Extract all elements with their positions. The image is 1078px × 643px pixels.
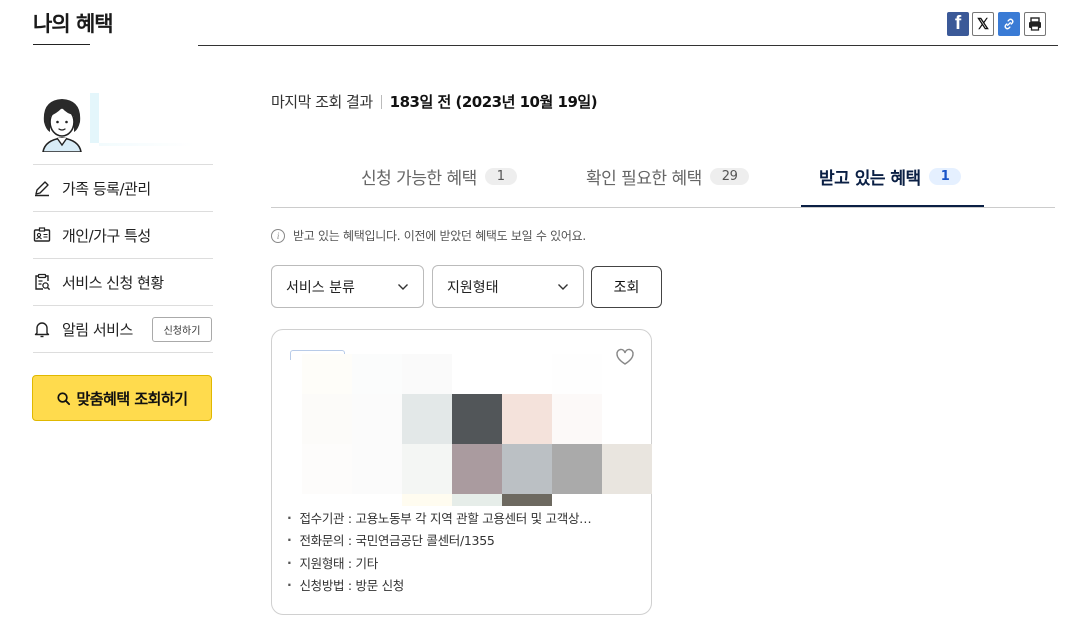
notification-signup-button[interactable]: 신청하기 xyxy=(152,317,212,342)
card-detail-apply-method: 신청방법 : 방문 신청 xyxy=(287,574,591,597)
search-icon xyxy=(57,391,71,405)
tab-label: 확인 필요한 혜택 xyxy=(586,168,702,189)
sidebar-item-label: 개인/가구 특성 xyxy=(62,226,151,245)
print-button[interactable] xyxy=(1024,12,1046,36)
tabs-divider xyxy=(271,207,1055,208)
tab-label: 받고 있는 혜택 xyxy=(819,168,921,189)
query-button[interactable]: 조회 xyxy=(591,266,662,308)
user-name-underline xyxy=(99,143,194,146)
tab-count-badge: 1 xyxy=(928,167,962,185)
clipboard-search-icon xyxy=(33,273,51,291)
header-divider xyxy=(198,45,1058,46)
benefit-tabs: 신청 가능한 혜택 1 확인 필요한 혜택 29 받고 있는 혜택 1 xyxy=(271,145,1055,208)
facebook-share-button[interactable]: f xyxy=(947,12,969,36)
sidebar-item-household[interactable]: 개인/가구 특성 xyxy=(33,212,213,258)
tab-label: 신청 가능한 혜택 xyxy=(361,168,477,189)
benefit-card[interactable]: 접수기관 : 고용노동부 각 지역 관할 고용센터 및 고객상… 전화문의 : … xyxy=(271,329,652,615)
tab-count-badge: 29 xyxy=(709,167,750,185)
service-category-select[interactable]: 서비스 분류 xyxy=(271,265,424,308)
select-value: 서비스 분류 xyxy=(286,279,355,296)
last-query-value: 183일 전 (2023년 10월 19일) xyxy=(389,93,598,111)
page-title: 나의 혜택 xyxy=(33,12,114,36)
last-query-label: 마지막 조회 결과 xyxy=(271,93,373,111)
x-icon: 𝕏 xyxy=(976,16,990,33)
id-card-icon xyxy=(33,226,51,244)
last-query-info: 마지막 조회 결과 183일 전 (2023년 10월 19일) xyxy=(271,91,598,112)
tab-receiving[interactable]: 받고 있는 혜택 1 xyxy=(819,145,962,207)
card-details: 접수기관 : 고용노동부 각 지역 관할 고용센터 및 고객상… 전화문의 : … xyxy=(287,506,591,596)
separator xyxy=(380,94,382,109)
tab-needs-check[interactable]: 확인 필요한 혜택 29 xyxy=(586,145,750,207)
sidebar-divider xyxy=(33,352,213,353)
chevron-down-icon xyxy=(398,283,408,290)
title-underline xyxy=(33,44,90,45)
card-detail-support-type: 지원형태 : 기타 xyxy=(287,551,591,574)
sidebar-item-label: 서비스 신청 현황 xyxy=(62,273,164,292)
info-note: i 받고 있는 혜택입니다. 이전에 받았던 혜택도 보일 수 있어요. xyxy=(271,227,586,244)
chevron-down-icon xyxy=(558,283,568,290)
sidebar-item-family[interactable]: 가족 등록/관리 xyxy=(33,165,213,211)
avatar xyxy=(38,92,86,153)
bell-icon xyxy=(33,320,51,338)
x-share-button[interactable]: 𝕏 xyxy=(972,12,994,36)
sidebar-item-label: 알림 서비스 xyxy=(62,320,133,339)
sidebar-item-application-status[interactable]: 서비스 신청 현황 xyxy=(33,259,213,305)
custom-benefit-search-button[interactable]: 맞춤혜택 조회하기 xyxy=(32,375,212,421)
info-note-text: 받고 있는 혜택입니다. 이전에 받았던 혜택도 보일 수 있어요. xyxy=(293,229,586,243)
pencil-icon xyxy=(33,179,51,197)
sidebar-item-label: 가족 등록/관리 xyxy=(62,179,151,198)
card-detail-phone: 전화문의 : 국민연금공단 콜센터/1355 xyxy=(287,529,591,552)
cta-label: 맞춤혜택 조회하기 xyxy=(76,389,188,408)
facebook-icon: f xyxy=(954,13,962,34)
link-icon xyxy=(1004,18,1014,30)
user-name-placeholder xyxy=(90,93,99,143)
card-detail-agency: 접수기관 : 고용노동부 각 지역 관할 고용센터 및 고객상… xyxy=(287,506,591,529)
info-icon: i xyxy=(271,228,285,243)
redacted-content xyxy=(302,342,652,507)
select-value: 지원형태 xyxy=(447,279,499,296)
print-icon xyxy=(1029,17,1041,31)
tab-available[interactable]: 신청 가능한 혜택 1 xyxy=(361,145,517,207)
copy-link-button[interactable] xyxy=(998,12,1020,36)
support-type-select[interactable]: 지원형태 xyxy=(432,265,584,308)
tab-count-badge: 1 xyxy=(484,167,517,185)
